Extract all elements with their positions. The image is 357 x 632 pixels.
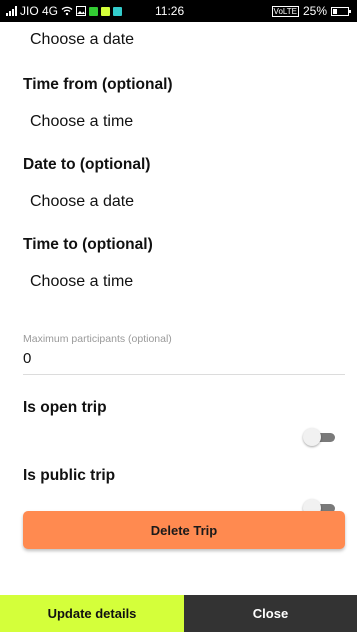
date-to-title: Date to (optional) xyxy=(23,156,151,173)
delete-trip-button[interactable]: Delete Trip xyxy=(23,511,345,549)
close-button[interactable]: Close xyxy=(184,595,357,632)
time-to-picker[interactable]: Choose a time xyxy=(30,273,133,291)
screen: JIO 4G 11:26 VoLTE 25% Choose a date Tim… xyxy=(0,0,357,632)
carrier-label: JIO 4G xyxy=(20,4,59,18)
app-icon-2 xyxy=(113,6,123,16)
volte-badge: VoLTE xyxy=(271,5,299,17)
public-trip-title: Is public trip xyxy=(23,467,116,484)
battery-percent: 25% xyxy=(302,4,327,18)
trip-form: Choose a date Time from (optional) Choos… xyxy=(0,22,357,595)
status-left: JIO 4G xyxy=(6,4,123,18)
date-from-picker[interactable]: Choose a date xyxy=(30,31,134,49)
status-right: VoLTE 25% xyxy=(271,4,351,18)
time-to-title: Time to (optional) xyxy=(23,236,153,253)
max-participants-input[interactable]: 0 xyxy=(23,350,31,367)
update-details-button[interactable]: Update details xyxy=(0,595,184,632)
status-bar: JIO 4G 11:26 VoLTE 25% xyxy=(0,0,357,22)
gallery-icon xyxy=(76,6,87,16)
signal-icon xyxy=(6,6,17,16)
wifi-icon xyxy=(61,6,73,16)
time-from-picker[interactable]: Choose a time xyxy=(30,113,133,131)
message-icon xyxy=(89,6,99,16)
open-trip-toggle-thumb xyxy=(303,428,321,446)
bottom-action-bar: Update details Close xyxy=(0,595,357,632)
open-trip-title: Is open trip xyxy=(23,399,107,416)
app-icon xyxy=(101,6,111,16)
battery-icon xyxy=(331,6,351,16)
time-from-title: Time from (optional) xyxy=(23,76,173,93)
status-time: 11:26 xyxy=(155,4,185,18)
max-participants-underline xyxy=(23,374,345,375)
max-participants-label: Maximum participants (optional) xyxy=(23,333,172,345)
open-trip-toggle[interactable] xyxy=(303,428,335,446)
date-to-picker[interactable]: Choose a date xyxy=(30,193,134,211)
